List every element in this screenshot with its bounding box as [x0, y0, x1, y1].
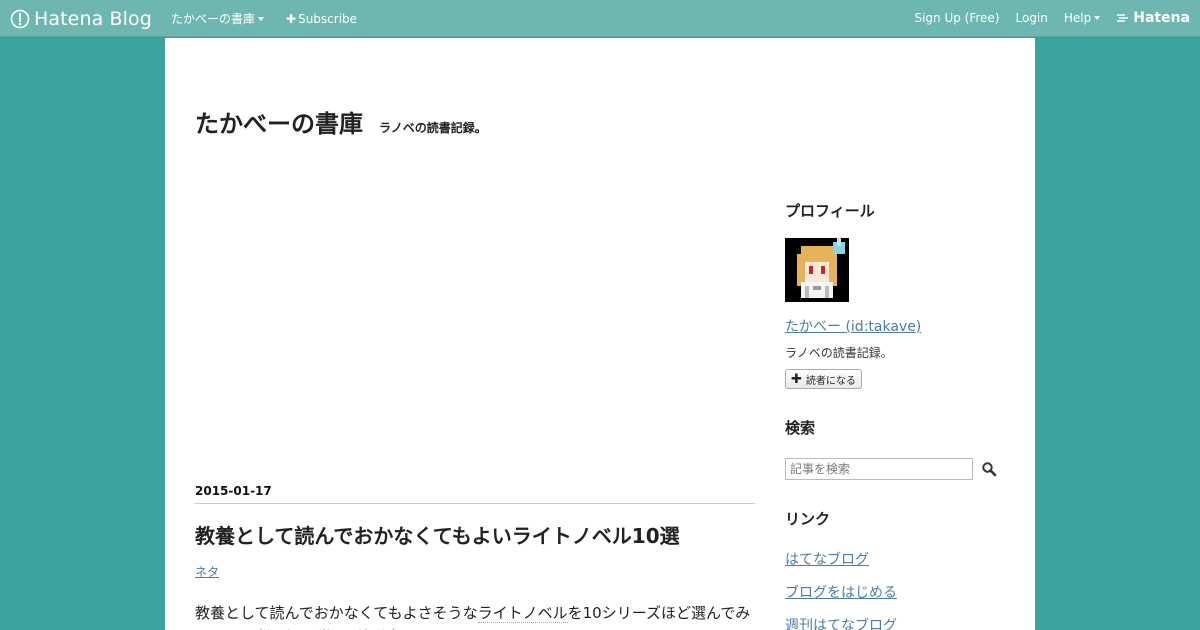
search-icon[interactable]	[981, 461, 997, 477]
profile-module: プロフィール たかべー (id:takave) ラノベの読書記録。 ✚ 読者にな…	[785, 200, 1015, 389]
avatar-image[interactable]	[785, 238, 849, 302]
entry-title[interactable]: 教養として読んでおかなくてもよいライトノベル10選	[195, 520, 755, 549]
profile-description: ラノベの読書記録。	[785, 346, 893, 360]
subscribe-button[interactable]: ✚ Subscribe	[286, 10, 357, 27]
caret-down-icon	[258, 16, 265, 21]
hatena-logo-link[interactable]: Hatena	[1116, 10, 1190, 26]
help-label: Help	[1063, 11, 1092, 25]
header-nav-right: Sign Up (Free) Login Help Hatena	[914, 10, 1190, 26]
signup-link[interactable]: Sign Up (Free)	[914, 11, 999, 25]
search-module: 検索	[785, 417, 1015, 480]
entry-body: 教養として読んでおかなくてもよさそうなライトノベルを10シリーズほど選んでみまし…	[195, 601, 755, 630]
hatena-blog-brand[interactable]: Hatena Blog	[10, 8, 152, 30]
search-title: 検索	[785, 419, 816, 437]
login-link[interactable]: Login	[1016, 11, 1048, 25]
plus-icon: ✚	[286, 11, 297, 26]
follow-label: 読者になる	[805, 375, 856, 387]
blog-container: たかべーの書庫 ラノベの読書記録。 2015-01-17 教養として読んでおかな…	[165, 38, 1035, 630]
category-link[interactable]: ネタ	[195, 565, 219, 579]
hatena-logo-icon	[1117, 14, 1129, 22]
links-title: リンク	[785, 510, 831, 528]
entry: 2015-01-17 教養として読んでおかなくてもよいライトノベル10選 ネタ …	[195, 484, 755, 630]
subscribe-label: Subscribe	[298, 11, 358, 26]
body-text: 教養として読んでおかなくてもよさそうな	[195, 604, 478, 622]
blog-menu-dropdown[interactable]: たかべーの書庫	[171, 10, 265, 27]
profile-title: プロフィール	[785, 202, 875, 220]
link-start-blog[interactable]: ブログをはじめる	[785, 585, 897, 601]
entry-date[interactable]: 2015-01-17	[195, 484, 755, 504]
sidebar: プロフィール たかべー (id:takave) ラノベの読書記録。 ✚ 読者にな…	[785, 200, 1015, 630]
header-nav-left: たかべーの書庫 ✚ Subscribe	[171, 10, 357, 27]
hatena-logo-text: Hatena	[1133, 10, 1190, 26]
list-item: 週刊はてなブログ	[785, 615, 1015, 630]
follow-button[interactable]: ✚ 読者になる	[785, 369, 862, 389]
link-hatena-blog[interactable]: はてなブログ	[785, 552, 869, 568]
list-item: はてなブログ	[785, 549, 1015, 569]
blog-menu-label: たかべーの書庫	[171, 12, 256, 26]
search-input[interactable]	[785, 458, 973, 480]
caret-down-icon	[1094, 16, 1101, 20]
profile-name-link[interactable]: たかべー (id:takave)	[785, 316, 1015, 336]
keyword-link[interactable]: ライトノベル	[477, 604, 568, 623]
blog-header: たかべーの書庫 ラノベの読書記録。	[195, 104, 487, 139]
link-list: はてなブログ ブログをはじめる 週刊はてなブログ	[785, 549, 1015, 630]
hatena-blog-logo-icon	[10, 9, 30, 29]
brand-text: Hatena Blog	[34, 8, 152, 30]
entry-category: ネタ	[195, 563, 755, 580]
plus-icon: ✚	[791, 371, 802, 387]
search-form	[785, 458, 1015, 480]
blog-title[interactable]: たかべーの書庫	[195, 104, 363, 139]
list-item: ブログをはじめる	[785, 582, 1015, 602]
link-weekly-hatena-blog[interactable]: 週刊はてなブログ	[785, 618, 897, 630]
links-module: リンク はてなブログ ブログをはじめる 週刊はてなブログ	[785, 508, 1015, 630]
blog-description: ラノベの読書記録。	[379, 121, 487, 135]
global-header: Hatena Blog たかべーの書庫 ✚ Subscribe Sign Up …	[0, 0, 1200, 37]
help-dropdown[interactable]: Help	[1063, 11, 1101, 25]
